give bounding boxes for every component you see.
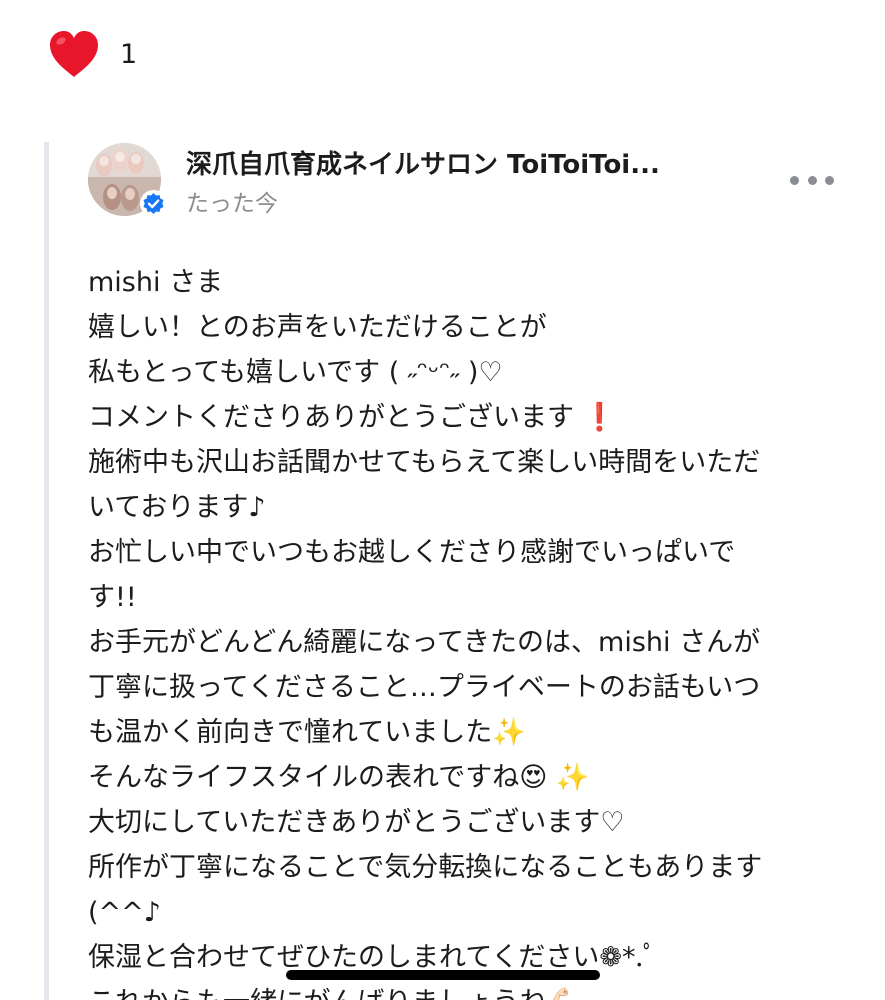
more-dot xyxy=(790,175,799,185)
comment-line: す!! xyxy=(88,582,137,613)
comment-line: 所作が丁寧になることで気分転換になることもあります xyxy=(88,852,763,883)
reaction-summary[interactable]: 1 xyxy=(46,24,137,84)
heart-icon xyxy=(50,31,98,77)
comment-line: コメントくださりありがとうございます ❗️ xyxy=(88,402,617,433)
comment-line: 施術中も沢山お話聞かせてもらえて楽しい時間をいただ xyxy=(88,447,761,478)
comment-line: 私もとっても嬉しいです ( ˶ᵔᵕᵔ˶ )♡ xyxy=(88,357,503,388)
more-options-icon[interactable] xyxy=(790,168,834,192)
comment-line: いております♪ xyxy=(88,492,266,523)
comment-line: これからも一緒にがんばりましょうね💪🏻 xyxy=(88,980,843,1000)
verified-badge-icon xyxy=(140,190,167,217)
more-dot xyxy=(825,175,834,185)
comment-line: (^^♪ xyxy=(88,897,162,928)
home-indicator[interactable] xyxy=(286,970,600,980)
thread-line xyxy=(44,142,49,1000)
comment-line: お忙しい中でいつもお越しくださり感謝でいっぱいで xyxy=(88,537,736,568)
comment-line: そんなライフスタイルの表れですね😍 ✨ xyxy=(88,762,590,793)
author-name[interactable]: 深爪自爪育成ネイルサロン ToiToiToi... xyxy=(186,144,660,181)
comment-line: お手元がどんどん綺麗になってきたのは、mishi さんが xyxy=(88,627,761,658)
comment-line: mishi さま xyxy=(88,267,224,298)
comment-line: も温かく前向きで憧れていました✨ xyxy=(88,717,526,748)
comment-text: mishi さま 嬉しい！とのお声をいただけることが 私もとっても嬉しいです (… xyxy=(88,260,843,1000)
more-dot xyxy=(807,175,817,185)
reaction-count: 1 xyxy=(120,38,138,70)
comment-line: 丁寧に扱ってくださること…プライベートのお話もいつ xyxy=(88,672,761,703)
comment-line: 大切にしていただきありがとうございます♡ xyxy=(88,807,625,838)
comment-line: 嬉しい！とのお声をいただけることが xyxy=(88,312,547,343)
comment-timestamp[interactable]: たった今 xyxy=(186,184,278,218)
